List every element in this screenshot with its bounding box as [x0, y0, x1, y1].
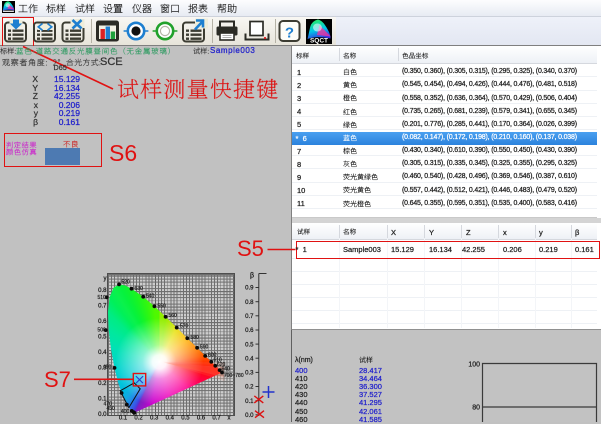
svg-text:0.3: 0.3: [150, 416, 159, 422]
svg-text:0.0: 0.0: [98, 412, 107, 418]
svg-text:0.5: 0.5: [98, 334, 107, 340]
svg-text:0.5: 0.5: [181, 416, 190, 422]
svg-text:450: 450: [107, 406, 116, 412]
svg-text:550: 550: [158, 304, 167, 310]
svg-text:0.1: 0.1: [245, 399, 254, 405]
svg-text:500: 500: [98, 328, 107, 334]
svg-text:0.5: 0.5: [245, 342, 254, 348]
svg-text:0.0: 0.0: [245, 413, 254, 419]
svg-text:580: 580: [191, 335, 200, 341]
svg-text:560: 560: [169, 313, 178, 319]
svg-text:700~780: 700~780: [224, 373, 244, 379]
svg-text:100: 100: [468, 362, 480, 369]
svg-text:0.3: 0.3: [245, 371, 254, 377]
svg-text:x: x: [228, 416, 231, 422]
svg-text:0.1: 0.1: [119, 416, 128, 422]
svg-text:0.8: 0.8: [245, 300, 254, 306]
svg-text:0.7: 0.7: [98, 303, 107, 309]
svg-text:0.6: 0.6: [197, 416, 206, 422]
svg-text:0.6: 0.6: [98, 319, 107, 325]
svg-text:540: 540: [146, 294, 155, 300]
svg-text:520: 520: [122, 280, 131, 286]
svg-text:400: 400: [121, 409, 130, 415]
svg-text:?: ?: [285, 25, 294, 42]
svg-text:0.7: 0.7: [245, 314, 254, 320]
svg-text:0.2: 0.2: [245, 385, 254, 391]
svg-text:β: β: [250, 273, 254, 280]
svg-text:0.1: 0.1: [98, 396, 107, 402]
svg-text:530: 530: [135, 286, 144, 292]
svg-text:0.4: 0.4: [98, 350, 107, 356]
svg-text:80: 80: [472, 405, 480, 412]
svg-text:0.4: 0.4: [245, 356, 254, 362]
svg-text:0.6: 0.6: [245, 328, 254, 334]
svg-text:0.8: 0.8: [98, 288, 107, 294]
svg-text:510: 510: [98, 295, 107, 301]
svg-text:0.3: 0.3: [98, 365, 107, 371]
svg-text:0.7: 0.7: [212, 416, 221, 422]
svg-text:0.4: 0.4: [166, 416, 175, 422]
svg-text:590: 590: [200, 345, 209, 351]
svg-text:0.9: 0.9: [245, 286, 254, 292]
svg-text:640: 640: [222, 367, 231, 373]
svg-text:0.2: 0.2: [98, 381, 107, 387]
svg-text:y: y: [104, 276, 107, 282]
svg-text:570: 570: [180, 324, 189, 330]
svg-text:0.2: 0.2: [134, 416, 143, 422]
